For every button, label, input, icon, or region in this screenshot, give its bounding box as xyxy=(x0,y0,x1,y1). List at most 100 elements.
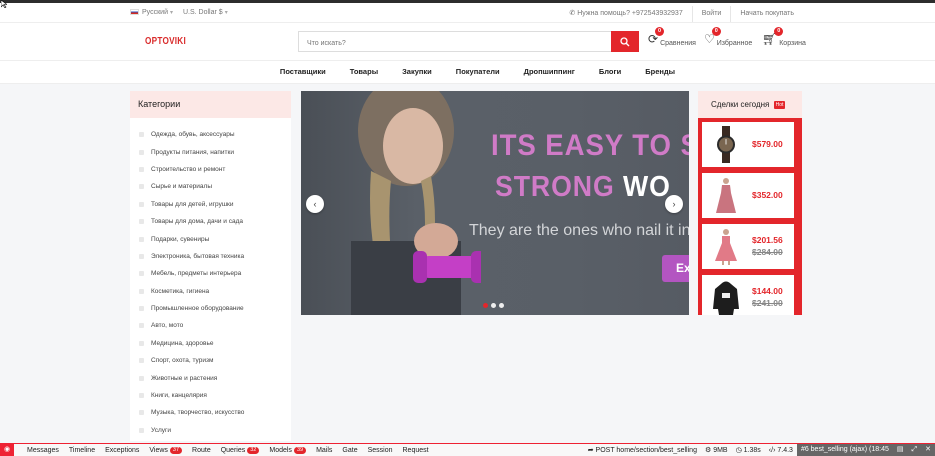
category-item[interactable]: Музыка, творчество, искусство xyxy=(130,404,291,421)
debug-tab-messages[interactable]: Messages xyxy=(22,447,64,454)
slide-subheading: They are the ones who nail it in xyxy=(469,222,689,239)
category-label: Электроника, бытовая техника xyxy=(151,252,245,260)
wishlist-button[interactable]: ♡ 0 Избранное xyxy=(704,27,752,47)
category-label: Строительство и ремонт xyxy=(151,165,226,173)
slider-dot[interactable] xyxy=(499,303,504,308)
category-item[interactable]: Книги, канцелярия xyxy=(130,387,291,404)
debug-tab-timeline[interactable]: Timeline xyxy=(64,447,100,454)
nav-item-suppliers[interactable]: Поставщики xyxy=(268,61,338,83)
category-item[interactable]: Электроника, бытовая техника xyxy=(130,248,291,265)
login-link[interactable]: Войти xyxy=(691,6,731,22)
debug-tab-gate[interactable]: Gate xyxy=(337,447,362,454)
debug-tab-session[interactable]: Session xyxy=(363,447,398,454)
categories-title: Категории xyxy=(130,91,291,118)
category-label: Продукты питания, напитки xyxy=(151,148,235,156)
category-bullet-icon xyxy=(139,201,144,207)
cart-button[interactable]: 🛒︎ 0 Корзина xyxy=(762,27,806,47)
category-label: Товары для дома, дачи и сада xyxy=(151,218,243,226)
debugbar-logo-icon[interactable]: ◉ xyxy=(0,444,14,456)
nav-item-purchases[interactable]: Закупки xyxy=(390,61,444,83)
deal-price: $352.00 xyxy=(752,190,783,200)
deal-item[interactable]: $352.00 xyxy=(702,173,794,218)
deal-item[interactable]: $201.56 $284.00 xyxy=(702,224,794,269)
site-logo[interactable]: OPTOVIKI xyxy=(145,36,186,47)
help-phone[interactable]: ✆ Нужна помощь? +972543932937 xyxy=(560,6,691,22)
deals-title: Сделки сегодня Hot xyxy=(698,91,802,118)
slider-next-button[interactable]: › xyxy=(665,195,683,213)
category-item[interactable]: Сырье и материалы xyxy=(130,178,291,195)
category-item[interactable]: Медицина, здоровье xyxy=(130,335,291,352)
debug-info: ➦ POST home/section/best_selling ⚙ 9MB ◷… xyxy=(584,444,935,456)
category-bullet-icon xyxy=(139,410,144,416)
debug-route[interactable]: ➦ POST home/section/best_selling xyxy=(584,446,701,454)
category-item[interactable]: Промышленное оборудование xyxy=(130,300,291,317)
debug-tab-models[interactable]: Models 39 xyxy=(264,446,311,454)
category-item[interactable]: Одежда, обувь, аксессуары xyxy=(130,126,291,143)
category-label: Животные и растения xyxy=(151,374,218,382)
debug-request-select[interactable]: #6 best_selling (ajax) (18:45 xyxy=(796,444,893,456)
debug-maximize-icon[interactable]: ⤢ xyxy=(907,444,922,456)
deal-item[interactable]: $579.00 xyxy=(702,122,794,167)
category-label: Косметика, гигиена xyxy=(151,287,210,295)
category-item[interactable]: Подарки, сувениры xyxy=(130,230,291,247)
nav-item-brands[interactable]: Бренды xyxy=(633,61,687,83)
debug-bar: ◉ Messages Timeline Exceptions Views 37 Route… xyxy=(0,443,935,456)
deal-price: $144.00 xyxy=(752,286,783,296)
hero-slider[interactable]: ITS EASY TO S STRONG WO They are the one… xyxy=(301,91,689,315)
currency-selector[interactable]: U.S. Dollar $ ▾ xyxy=(183,9,228,16)
debug-tabs: Messages Timeline Exceptions Views 37 Route Qu… xyxy=(22,446,434,454)
debug-history-icon[interactable]: ▤ xyxy=(892,444,908,456)
slider-prev-button[interactable]: ‹ xyxy=(306,195,324,213)
category-label: Книги, канцелярия xyxy=(151,392,207,400)
slider-dot[interactable] xyxy=(483,303,488,308)
category-item[interactable]: Косметика, гигиена xyxy=(130,283,291,300)
category-bullet-icon xyxy=(139,166,144,172)
category-item[interactable]: Авто, мото xyxy=(130,317,291,334)
category-bullet-icon xyxy=(139,132,144,138)
debug-close-icon[interactable]: ✕ xyxy=(921,444,935,456)
category-item[interactable]: Услуги xyxy=(130,422,291,439)
nav-item-blogs[interactable]: Блоги xyxy=(587,61,633,83)
category-item[interactable]: Спорт, охота, туризм xyxy=(130,352,291,369)
search-button[interactable] xyxy=(611,31,639,52)
compare-icon: ⟳ 0 xyxy=(648,27,665,46)
category-label: Одежда, обувь, аксессуары xyxy=(151,131,235,139)
nav-item-dropshipping[interactable]: Дропшиппинг xyxy=(512,61,587,83)
category-item[interactable]: Продукты питания, напитки xyxy=(130,143,291,160)
category-item[interactable]: Строительство и ремонт xyxy=(130,161,291,178)
search-box xyxy=(298,31,639,53)
deals-panel: Сделки сегодня Hot $579.00 $352.00 $201.… xyxy=(698,91,802,315)
category-label: Авто, мото xyxy=(151,322,184,330)
deal-item[interactable]: $144.00 $241.00 xyxy=(702,275,794,315)
nav-item-products[interactable]: Товары xyxy=(338,61,390,83)
category-label: Услуги xyxy=(151,426,171,434)
category-label: Спорт, охота, туризм xyxy=(151,357,214,365)
search-input[interactable] xyxy=(299,34,599,53)
debug-tab-request[interactable]: Request xyxy=(398,447,434,454)
heart-icon: ♡ 0 xyxy=(704,27,721,46)
debug-tab-views[interactable]: Views 37 xyxy=(144,446,187,454)
debug-tab-exceptions[interactable]: Exceptions xyxy=(100,447,144,454)
debug-tab-route[interactable]: Route xyxy=(187,447,216,454)
category-bullet-icon xyxy=(139,306,144,312)
category-item[interactable]: Товары для дома, дачи и сада xyxy=(130,213,291,230)
category-item[interactable]: Мебель, предметы интерьера xyxy=(130,265,291,282)
compare-button[interactable]: ⟳ 0 Сравнения xyxy=(648,27,696,47)
language-selector[interactable]: Русский ▾ xyxy=(130,9,173,16)
category-item[interactable]: Животные и растения xyxy=(130,369,291,386)
debug-tab-queries[interactable]: Queries 32 xyxy=(216,446,265,454)
header: OPTOVIKI ⟳0 Сравнения ♡0 Избранное 🛒︎0 К… xyxy=(0,22,935,60)
category-bullet-icon xyxy=(139,219,144,225)
debug-php: ‹/› 7.4.3 xyxy=(768,446,793,454)
slide-cta-button[interactable]: Ex xyxy=(662,255,689,282)
category-item[interactable]: Товары для детей, игрушки xyxy=(130,196,291,213)
debug-tab-mails[interactable]: Mails xyxy=(311,447,337,454)
slider-dot[interactable] xyxy=(491,303,496,308)
memory-icon: ⚙ xyxy=(704,447,714,454)
category-label: Музыка, творчество, искусство xyxy=(151,409,245,417)
slider-dots xyxy=(483,303,504,308)
nav-item-buyers[interactable]: Покупатели xyxy=(444,61,512,83)
slide-heading-line1: ITS EASY TO S xyxy=(491,129,689,162)
start-selling-link[interactable]: Начать покупать xyxy=(730,6,803,22)
category-bullet-icon xyxy=(139,149,144,155)
